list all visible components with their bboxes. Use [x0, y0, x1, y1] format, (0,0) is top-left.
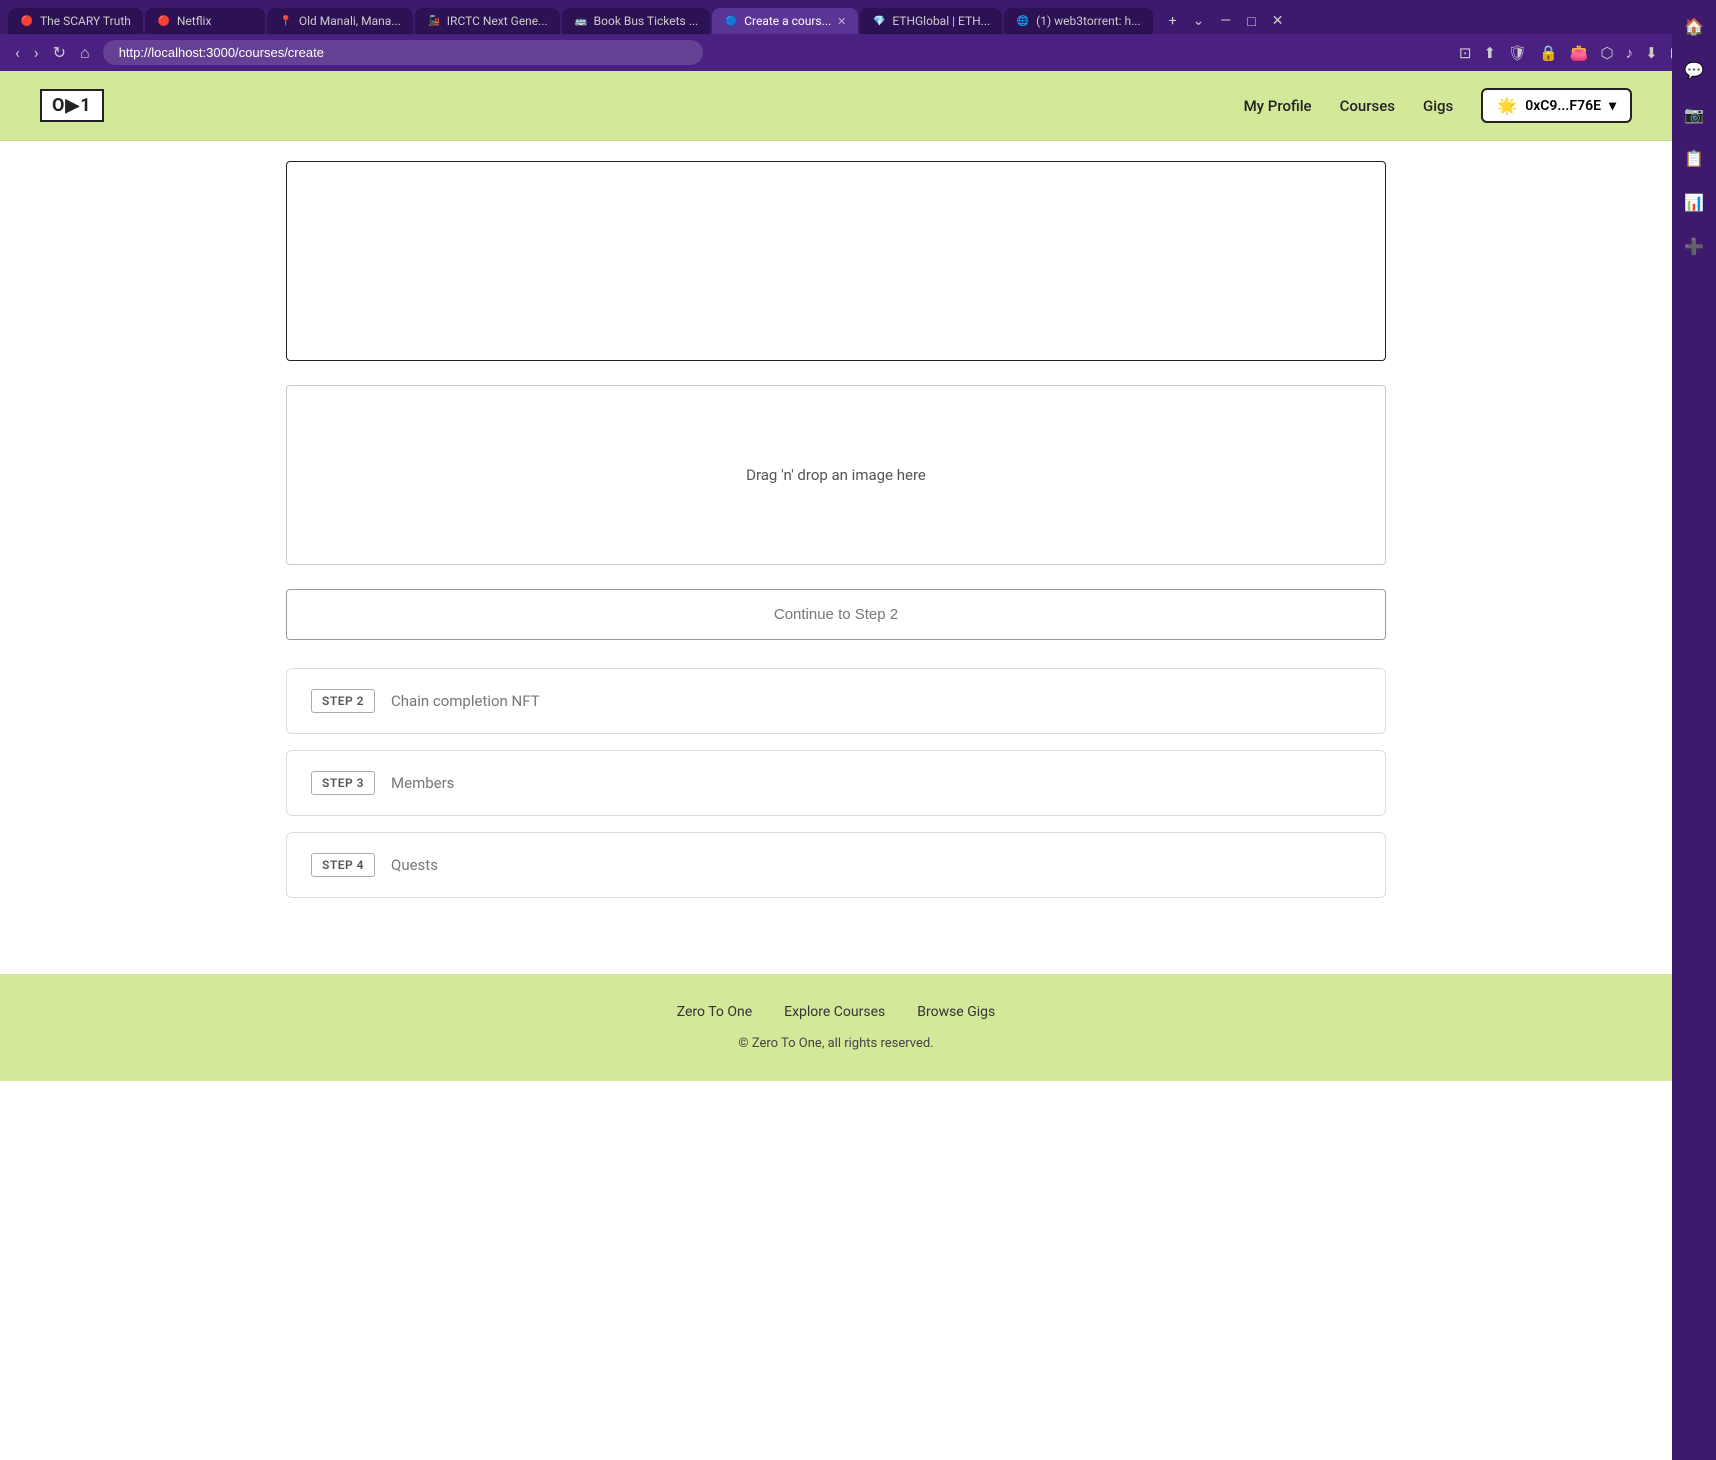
footer-copyright: © Zero To One, all rights reserved.	[40, 1036, 1632, 1051]
footer-links: Zero To One Explore Courses Browse Gigs	[40, 1004, 1632, 1020]
browser-actions: ⊡ ⬆ 🛡 🔒 👛 ⬡ ♪ ⬇ ⊞ ≡	[1456, 41, 1706, 65]
sidebar-grid-icon[interactable]: 📊	[1678, 186, 1710, 218]
nav-buttons: ‹ › ↻ ⌂	[10, 41, 95, 65]
step-2-badge: STEP 2	[311, 689, 375, 713]
home-button[interactable]: ⌂	[75, 41, 95, 65]
tab-favicon-eth: 💎	[872, 14, 886, 28]
step-4-label: Quests	[391, 856, 438, 874]
tab-label-netflix: Netflix	[177, 14, 212, 28]
reload-button[interactable]: ↻	[48, 41, 71, 65]
step-4-badge: STEP 4	[311, 853, 375, 877]
tab-label-eth: ETHGlobal | ETH...	[892, 14, 990, 28]
sidebar-home-icon[interactable]: 🏠	[1678, 10, 1710, 42]
wallet-ext-icon[interactable]: 👛	[1567, 41, 1592, 65]
tab-irctc[interactable]: 🚂 IRCTC Next Gene...	[415, 8, 560, 34]
tab-label-manali: Old Manali, Mana...	[299, 14, 401, 28]
tab-label-bus: Book Bus Tickets ...	[594, 14, 699, 28]
right-sidebar: 🏠 💬 📷 📋 📊 ➕	[1672, 0, 1716, 1460]
forward-button[interactable]: ›	[29, 41, 44, 65]
nav-my-profile[interactable]: My Profile	[1244, 97, 1312, 115]
sidebar-image-icon[interactable]: 📷	[1678, 98, 1710, 130]
wallet-button[interactable]: 🌟 0xC9...F76E ▾	[1481, 88, 1632, 123]
tab-bar: 🔴 The SCARY Truth 🔴 Netflix 📍 Old Manali…	[0, 0, 1716, 34]
tab-label-irctc: IRCTC Next Gene...	[447, 14, 548, 28]
tab-favicon-create: 🔵	[724, 14, 738, 28]
step-4-card: STEP 4 Quests	[286, 832, 1386, 898]
close-window-icon[interactable]: ✕	[1266, 11, 1290, 32]
tab-controls: + ⌄ — □ ✕	[1163, 11, 1290, 32]
sidebar-add-icon[interactable]: ➕	[1678, 230, 1710, 262]
tab-favicon-web3: 🌐	[1016, 14, 1030, 28]
footer-link-zero-to-one[interactable]: Zero To One	[677, 1004, 752, 1020]
share-icon[interactable]: ⬆	[1480, 41, 1499, 65]
tab-ethglobal[interactable]: 💎 ETHGlobal | ETH...	[860, 8, 1002, 34]
address-input[interactable]	[103, 40, 703, 65]
tab-label-scary-truth: The SCARY Truth	[40, 14, 131, 28]
wallet-address: 0xC9...F76E	[1525, 98, 1601, 114]
nav-courses[interactable]: Courses	[1340, 97, 1395, 115]
step-3-card: STEP 3 Members	[286, 750, 1386, 816]
maximize-icon[interactable]: □	[1241, 11, 1261, 32]
tab-scary-truth[interactable]: 🔴 The SCARY Truth	[8, 8, 143, 34]
cast-icon[interactable]: ⊡	[1456, 41, 1475, 65]
tab-favicon-manali: 📍	[279, 14, 293, 28]
tab-web3torrent[interactable]: 🌐 (1) web3torrent: h...	[1004, 8, 1152, 34]
step-2-card: STEP 2 Chain completion NFT	[286, 668, 1386, 734]
step-3-badge: STEP 3	[311, 771, 375, 795]
shield-icon[interactable]: 🛡	[1505, 41, 1530, 65]
address-bar-row: ‹ › ↻ ⌂ ⊡ ⬆ 🛡 🔒 👛 ⬡ ♪ ⬇ ⊞ ≡	[0, 34, 1716, 71]
nav-links: My Profile Courses Gigs 🌟 0xC9...F76E ▾	[1244, 88, 1632, 123]
wallet-chevron-icon: ▾	[1609, 98, 1616, 114]
tab-favicon-bus: 🚌	[574, 14, 588, 28]
nav-gigs[interactable]: Gigs	[1423, 97, 1453, 115]
minimize-icon[interactable]: —	[1214, 11, 1237, 32]
footer-link-explore-courses[interactable]: Explore Courses	[784, 1004, 885, 1020]
page-wrapper: O▶1 My Profile Courses Gigs 🌟 0xC9...F76…	[0, 71, 1672, 1451]
image-drop-area[interactable]: Drag 'n' drop an image here	[286, 385, 1386, 565]
tab-close-icon[interactable]: ✕	[837, 15, 846, 28]
tab-label-create: Create a cours...	[744, 14, 831, 28]
tab-favicon-netflix: 🔴	[157, 14, 171, 28]
back-button[interactable]: ‹	[10, 41, 25, 65]
main-content: Drag 'n' drop an image here Continue to …	[266, 161, 1406, 974]
tab-label-web3: (1) web3torrent: h...	[1036, 14, 1140, 28]
tab-manali[interactable]: 📍 Old Manali, Mana...	[267, 8, 413, 34]
logo[interactable]: O▶1	[40, 89, 104, 122]
navbar: O▶1 My Profile Courses Gigs 🌟 0xC9...F76…	[0, 71, 1672, 141]
footer-link-browse-gigs[interactable]: Browse Gigs	[917, 1004, 995, 1020]
tab-bus[interactable]: 🚌 Book Bus Tickets ...	[562, 8, 711, 34]
vpn-icon[interactable]: 🔒	[1536, 41, 1561, 65]
text-editor-area[interactable]	[286, 161, 1386, 361]
drag-drop-label: Drag 'n' drop an image here	[746, 466, 926, 484]
sidebar-chat-icon[interactable]: 💬	[1678, 54, 1710, 86]
tab-favicon-irctc: 🚂	[427, 14, 441, 28]
sidebar-list-icon[interactable]: 📋	[1678, 142, 1710, 174]
new-tab-icon[interactable]: +	[1163, 11, 1183, 32]
tab-netflix[interactable]: 🔴 Netflix	[145, 8, 265, 34]
step-2-label: Chain completion NFT	[391, 692, 540, 710]
tab-create-course[interactable]: 🔵 Create a cours... ✕	[712, 8, 858, 34]
browser-chrome: 🔴 The SCARY Truth 🔴 Netflix 📍 Old Manali…	[0, 0, 1716, 71]
crypto-icon[interactable]: ⬡	[1597, 41, 1616, 65]
continue-step2-button[interactable]: Continue to Step 2	[286, 589, 1386, 640]
step-3-label: Members	[391, 774, 454, 792]
download-icon[interactable]: ⬇	[1642, 41, 1661, 65]
tab-list-icon[interactable]: ⌄	[1187, 11, 1211, 32]
music-icon[interactable]: ♪	[1623, 41, 1637, 65]
footer: Zero To One Explore Courses Browse Gigs …	[0, 974, 1672, 1081]
wallet-emoji: 🌟	[1497, 96, 1517, 115]
tab-favicon-scary-truth: 🔴	[20, 14, 34, 28]
layout-wrapper: O▶1 My Profile Courses Gigs 🌟 0xC9...F76…	[0, 71, 1716, 1451]
